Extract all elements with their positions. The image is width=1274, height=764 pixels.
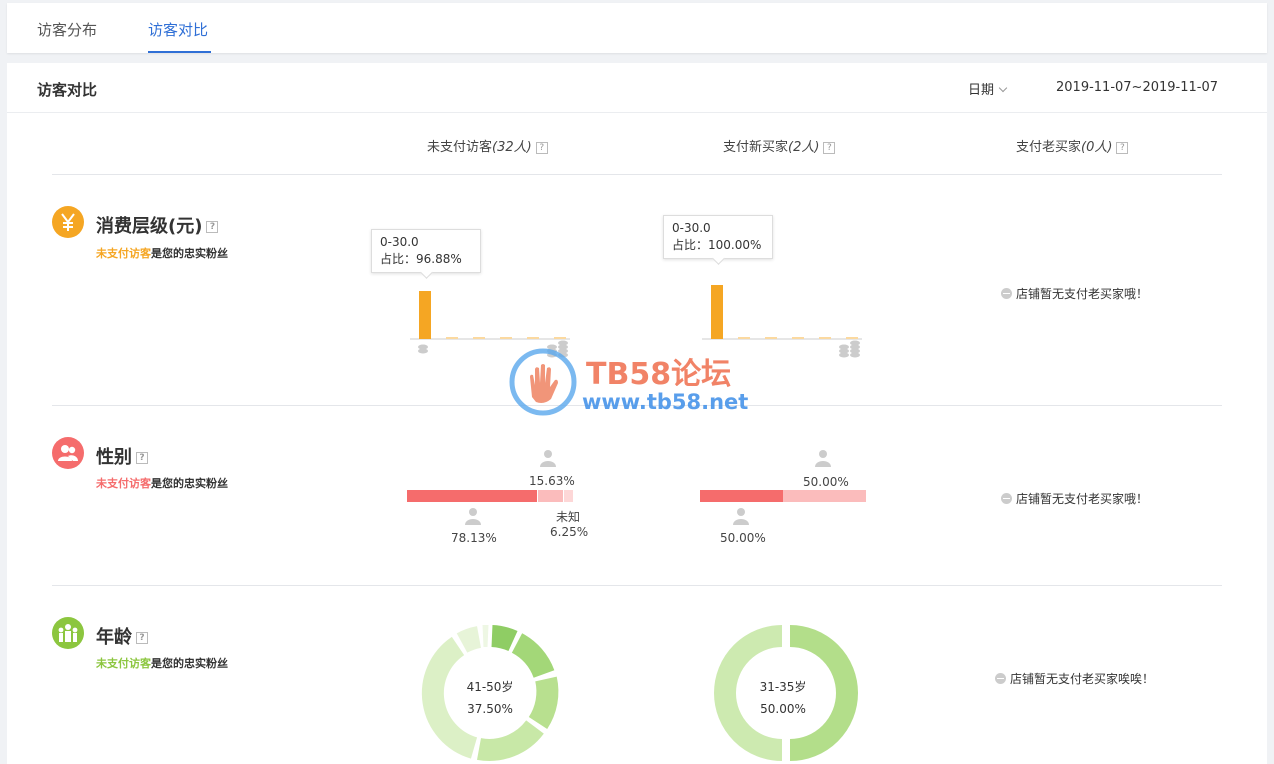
row-title-text: 消费层级(元) [96,216,203,237]
female-person-icon [815,450,831,467]
male-percentage: 78.13% [451,531,497,545]
column-header-unpaid: 未支付访客(32人)? [427,136,548,155]
row-title-text: 性别 [96,447,132,468]
coin-icon [418,344,428,354]
minus-circle-icon [1001,493,1012,504]
tooltip-share: 占比：96.88% [380,252,462,266]
users-icon [52,437,84,469]
date-dropdown[interactable]: 日期 [968,79,1008,98]
female-segment[interactable] [538,490,563,502]
help-icon[interactable]: ? [1116,141,1129,154]
empty-text: 店铺暂无支付老买家唉唉！ [1010,672,1155,686]
consumption-bar-chart-unpaid [410,291,570,358]
subtitle-text: 是您的忠实粉丝 [151,477,228,490]
row-subtitle: 未支付访客是您的忠实粉丝 [96,245,228,261]
age-slice[interactable] [528,676,559,730]
column-label: 未支付访客 [427,140,493,155]
highlight-text: 未支付访客 [96,247,151,260]
age-slice[interactable] [477,720,544,761]
yen-icon [52,206,84,238]
column-header-new-buyer: 支付新买家(2人)? [723,136,836,155]
row-title-consumption: 消费层级(元)? [96,212,219,238]
age-slice[interactable] [511,633,555,679]
donut-center-percentage: 37.50% [467,702,513,716]
minus-circle-icon [1001,288,1012,299]
date-range: 2019-11-07~2019-11-07 [1056,80,1218,95]
highlight-text: 未支付访客 [96,657,151,670]
divider [52,174,1222,175]
female-person-icon [540,450,556,467]
female-percentage: 50.00% [803,475,849,489]
tooltip-range: 0-30.0 [380,235,419,249]
row-title-age: 年龄? [96,623,148,649]
male-person-icon [733,508,749,525]
empty-state: 店铺暂无支付老买家哦！ [1001,285,1148,302]
date-label: 日期 [968,83,995,98]
age-slice[interactable] [456,626,482,653]
consumption-bar-chart-new-buyer [702,285,862,358]
help-icon[interactable]: ? [206,221,219,233]
coins-stack-icon [839,340,860,358]
empty-text: 店铺暂无支付老买家哦！ [1016,287,1149,301]
empty-text: 店铺暂无支付老买家哦！ [1016,492,1149,506]
row-subtitle: 未支付访客是您的忠实粉丝 [96,655,228,671]
gender-bar-new-buyer [700,490,866,502]
minus-circle-icon [995,673,1006,684]
chevron-down-icon [998,83,1008,93]
tab-visitor-distribution[interactable]: 访客分布 [37,19,97,40]
female-segment[interactable] [783,490,866,502]
page-title: 访客对比 [37,81,98,99]
gender-bar-unpaid [407,490,573,502]
tooltip-share: 占比：100.00% [672,238,762,252]
tooltip-range: 0-30.0 [672,221,711,235]
divider [52,405,1222,406]
age-slice[interactable] [421,636,478,759]
highlight-text: 未支付访客 [96,477,151,490]
unknown-percentage: 6.25% [550,525,589,539]
row-title-gender: 性别? [96,443,148,469]
column-header-old-buyer: 支付老买家(0人)? [1016,136,1129,155]
chart-tooltip: 0-30.0 占比：100.00% [663,215,773,259]
row-title-text: 年龄 [96,627,132,648]
family-icon [52,617,84,649]
bar[interactable] [419,291,431,339]
subtitle-text: 是您的忠实粉丝 [151,657,228,670]
tab-visitor-comparison[interactable]: 访客对比 [148,19,208,40]
male-person-icon [465,508,481,525]
donut-center-label: 41-50岁 [466,680,514,694]
male-percentage: 50.00% [720,531,766,545]
unknown-label: 未知 [556,510,581,524]
female-percentage: 15.63% [529,474,575,488]
male-segment[interactable] [407,490,537,502]
coins-stack-icon [547,340,568,358]
help-icon[interactable]: ? [535,141,548,154]
help-icon[interactable]: ? [136,452,148,464]
tab-bar: 访客分布 访客对比 [7,3,1267,53]
panel-header: 访客对比 日期 2019-11-07~2019-11-07 [7,63,1267,113]
empty-state: 店铺暂无支付老买家唉唉！ [995,670,1154,687]
donut-center-percentage: 50.00% [760,702,806,716]
unknown-segment[interactable] [564,490,573,502]
help-icon[interactable]: ? [136,632,148,644]
male-segment[interactable] [700,490,783,502]
divider [52,585,1222,586]
empty-state: 店铺暂无支付老买家哦！ [1001,490,1148,507]
column-label: 支付老买家 [1016,140,1082,155]
subtitle-text: 是您的忠实粉丝 [151,247,228,260]
help-icon[interactable]: ? [823,141,836,154]
column-count: (32人) [492,140,532,155]
age-slice[interactable] [491,625,518,652]
bar[interactable] [711,285,723,339]
column-label: 支付新买家 [723,140,789,155]
active-tab-indicator [148,51,211,53]
chart-tooltip: 0-30.0 占比：96.88% [371,229,481,273]
column-count: (2人) [788,140,820,155]
donut-center-label: 31-35岁 [759,680,807,694]
column-count: (0人) [1081,140,1113,155]
row-subtitle: 未支付访客是您的忠实粉丝 [96,475,228,491]
